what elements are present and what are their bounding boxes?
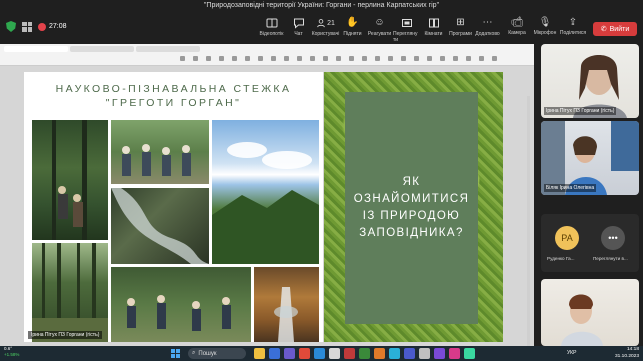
shared-screen: НАУКОВО-ПІЗНАВАЛЬНА СТЕЖКА "ГРЕГОТИ ГОРГ… — [0, 44, 534, 346]
microphone-icon: 🎙︎ — [538, 17, 552, 28]
app-icon[interactable] — [419, 348, 430, 359]
view-icon — [401, 17, 413, 29]
app-icon[interactable] — [344, 348, 355, 359]
presentation-slide: НАУКОВО-ПІЗНАВАЛЬНА СТЕЖКА "ГРЕГОТИ ГОРГ… — [24, 72, 503, 342]
taskbar-search[interactable]: ⌕ Пошук — [188, 348, 246, 359]
app-icon[interactable] — [449, 348, 460, 359]
layout-grid-icon[interactable] — [22, 21, 32, 32]
system-clock[interactable]: 14:18 31.10.2023 — [615, 347, 639, 360]
participant-tile-3[interactable] — [541, 279, 639, 346]
presenter-name-tag: Ірина Пітух ПЗ Горгани (гість) — [28, 331, 103, 339]
rooms-icon — [428, 17, 440, 29]
photo-hikers-rest — [111, 267, 251, 342]
photo-tall-forest — [32, 243, 108, 342]
toolbar-view-button[interactable]: Перегляну ти — [393, 17, 420, 43]
toolbar-more-button[interactable]: ⋯ Додатково — [474, 17, 501, 43]
toolbar-apps-button[interactable]: ⊞ Програми — [447, 17, 474, 43]
slide-title-line2: "ГРЕГОТИ ГОРГАН" — [105, 97, 242, 109]
chat-icon — [293, 17, 305, 29]
file-explorer-icon[interactable] — [254, 348, 265, 359]
photo-waterfall-autumn — [254, 267, 319, 342]
app-icon[interactable] — [389, 348, 400, 359]
toolbar-video-button[interactable]: Відеопотік — [258, 17, 285, 43]
camera-icon: 📹︎ — [510, 17, 524, 28]
app-icon[interactable] — [314, 348, 325, 359]
avatar[interactable]: РА — [555, 226, 579, 250]
taskbar-apps — [254, 348, 475, 359]
participant-video — [561, 294, 603, 346]
people-icon: 21 — [315, 17, 337, 29]
toolbar-people-button[interactable]: 21 Користувачі — [312, 17, 339, 43]
react-icon: ☺ — [374, 17, 385, 28]
photo-group-hike — [111, 120, 209, 184]
photo-mountain-valley — [212, 120, 319, 264]
participant-name: Руденко Га... — [547, 256, 575, 261]
media-controls: 📹︎ Камера 🎙︎ Мікрофон ⇪ Поділитися — [503, 17, 587, 36]
shared-tab — [136, 46, 200, 52]
shared-toolbar-icons — [180, 56, 497, 61]
meeting-toolbar: Відеопотік Чат 21 Користувачі ✋ Підняти … — [258, 17, 501, 44]
participant-avatars: РА Руденко Га... ••• Переглянути в... — [541, 214, 639, 272]
toolbar-rooms-button[interactable]: Кімнати — [420, 17, 447, 43]
app-icon[interactable] — [434, 348, 445, 359]
record-dot-icon — [38, 22, 46, 31]
app-icon[interactable] — [404, 348, 415, 359]
app-icon[interactable] — [299, 348, 310, 359]
teams-icon[interactable] — [284, 348, 295, 359]
language-indicator[interactable]: УКР — [567, 350, 576, 356]
slide-right-moss-panel: ЯК ОЗНАЙОМИТИСЯ ІЗ ПРИРОДОЮ ЗАПОВІДНИКА? — [324, 72, 503, 342]
slide-viewport: НАУКОВО-ПІЗНАВАЛЬНА СТЕЖКА "ГРЕГОТИ ГОРГ… — [0, 66, 534, 346]
share-icon: ⇪ — [568, 17, 578, 28]
shield-icon — [6, 21, 16, 32]
recording-indicator: 27:08 — [38, 22, 67, 31]
app-icon[interactable] — [374, 348, 385, 359]
teams-meeting-window: "Природозаповідні території України: Гор… — [0, 0, 643, 361]
camera-button[interactable]: 📹︎ Камера — [503, 17, 531, 36]
view-more-label: Переглянути в... — [593, 256, 628, 261]
toolbar-chat-button[interactable]: Чат — [285, 17, 312, 43]
camera-grid-icon — [266, 17, 278, 29]
leave-button[interactable]: ✆ Вийти — [593, 22, 637, 36]
participant-name: Біляк Ірина Олегівна — [544, 184, 597, 192]
shared-tab — [70, 46, 134, 52]
question-text: ЯК ОЗНАЙОМИТИСЯ ІЗ ПРИРОДОЮ ЗАПОВІДНИКА? — [353, 176, 470, 239]
participant-tile-2[interactable]: Біляк Ірина Олегівна — [541, 121, 639, 195]
app-icon[interactable] — [329, 348, 340, 359]
browser-icon[interactable] — [269, 348, 280, 359]
toolbar-raise-button[interactable]: ✋ Підняти — [339, 17, 366, 43]
shared-app-chrome — [0, 44, 534, 66]
slide-title-line1: НАУКОВО-ПІЗНАВАЛЬНА СТЕЖКА — [55, 83, 292, 95]
windows-taskbar: 0.6° +1.58% ⌕ Пошук УКР 14:18 31.10.2023 — [0, 346, 643, 361]
participant-tile-1[interactable]: Ірина Пітух ПЗ Горгани (гість) — [541, 44, 639, 118]
participant-name: Ірина Пітух ПЗ Горгани (гість) — [544, 107, 617, 115]
weather-widget[interactable]: 0.6° +1.58% — [4, 346, 19, 358]
share-button[interactable]: ⇪ Поділитися — [559, 17, 587, 36]
app-icon[interactable] — [464, 348, 475, 359]
toolbar-react-button[interactable]: ☺ Реагувати — [366, 17, 393, 43]
shared-tab — [4, 46, 68, 52]
more-participants-icon[interactable]: ••• — [601, 226, 625, 250]
slide-left-panel: НАУКОВО-ПІЗНАВАЛЬНА СТЕЖКА "ГРЕГОТИ ГОРГ… — [24, 72, 323, 342]
windows-start-icon[interactable] — [171, 349, 180, 358]
shared-tabs — [4, 46, 200, 52]
apps-icon: ⊞ — [456, 17, 465, 28]
slide-scrollbar[interactable] — [527, 96, 530, 346]
meeting-status: 27:08 — [6, 21, 67, 32]
window-title: "Природозаповідні території України: Гор… — [203, 2, 440, 9]
app-icon[interactable] — [359, 348, 370, 359]
search-icon: ⌕ — [192, 350, 196, 356]
participant-count: 21 — [327, 19, 335, 27]
recording-time: 27:08 — [49, 23, 67, 30]
phone-hangup-icon: ✆ — [600, 26, 607, 33]
question-panel: ЯК ОЗНАЙОМИТИСЯ ІЗ ПРИРОДОЮ ЗАПОВІДНИКА? — [345, 92, 478, 324]
photo-forest-hikers — [32, 120, 108, 240]
raise-hand-icon: ✋ — [346, 17, 359, 28]
more-icon: ⋯ — [482, 17, 493, 28]
mic-button[interactable]: 🎙︎ Мікрофон — [531, 17, 559, 36]
photo-mountain-stream — [111, 188, 209, 264]
